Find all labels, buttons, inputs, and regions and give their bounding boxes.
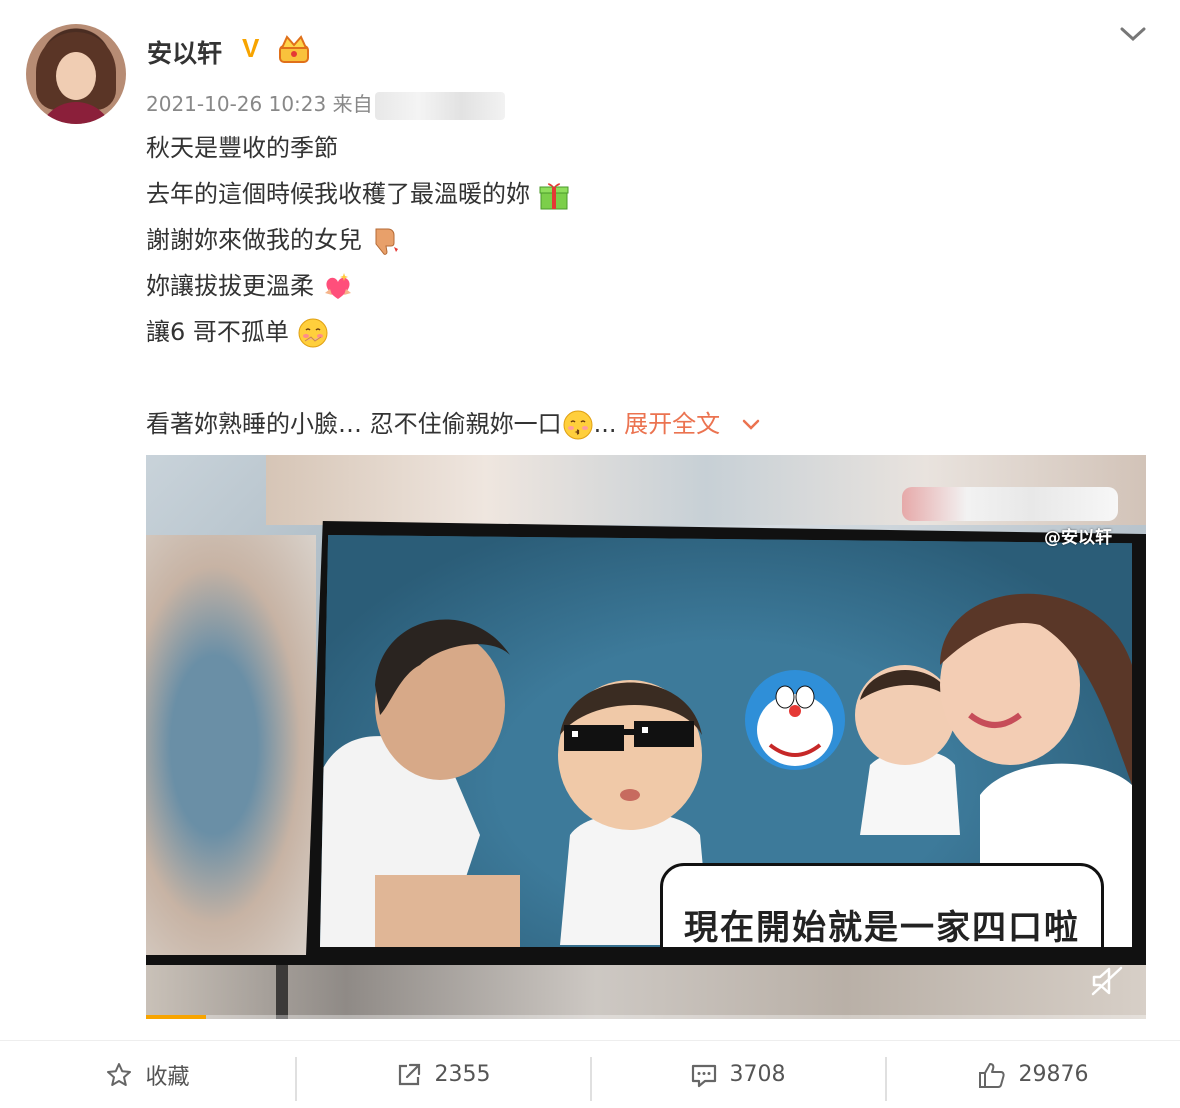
share-count: 2355	[434, 1062, 491, 1087]
chevron-down-icon[interactable]	[742, 419, 760, 431]
verified-badge: V	[242, 33, 260, 63]
share-button[interactable]: 2355	[295, 1041, 590, 1108]
video-progress-track[interactable]	[146, 1015, 1146, 1019]
video-player[interactable]: 現在開始就是一家四口啦 @安以轩	[146, 455, 1146, 1019]
heart-icon	[324, 273, 351, 299]
kiss-face-icon	[563, 410, 593, 440]
video-lower-background	[146, 955, 1146, 1019]
gift-icon	[539, 183, 569, 210]
like-button[interactable]: 29876	[885, 1041, 1180, 1108]
post-line-4: 妳讓拔拔更溫柔	[146, 266, 354, 303]
action-bar: 收藏 2355 3708 29876	[0, 1040, 1180, 1108]
video-caption: 現在開始就是一家四口啦	[684, 907, 1080, 948]
expand-full-text-link[interactable]: 展开全文	[624, 410, 720, 438]
blush-face-icon	[298, 318, 328, 348]
mute-icon[interactable]	[1090, 965, 1124, 997]
favorite-label: 收藏	[145, 1064, 190, 1090]
thumbs-down-icon	[375, 228, 398, 255]
comment-count: 3708	[729, 1062, 786, 1087]
father-figure	[320, 619, 520, 947]
star-icon	[107, 1062, 132, 1086]
username[interactable]: 安以轩	[147, 34, 222, 70]
post-line-6: 看著妳熟睡的小臉… 忍不住偷親妳一口 ... 展开全文	[146, 404, 760, 441]
post-line-5: 讓6 哥不孤单	[146, 312, 329, 349]
post-line-2: 去年的這個時候我收穫了最溫暖的妳	[146, 174, 570, 211]
comment-icon	[691, 1064, 716, 1087]
post-meta: 2021-10-26 10:23 来自	[146, 88, 505, 120]
watermark-blur	[902, 487, 1118, 521]
favorite-button[interactable]: 收藏	[0, 1041, 295, 1108]
comment-button[interactable]: 3708	[590, 1041, 885, 1108]
source-blur	[374, 91, 505, 120]
chevron-down-icon[interactable]	[1118, 24, 1148, 44]
family-photo: 現在開始就是一家四口啦	[320, 535, 1132, 947]
crown-icon	[279, 35, 309, 63]
share-icon	[398, 1063, 420, 1085]
post-timestamp: 2021-10-26 10:23 来自	[146, 92, 373, 116]
avatar[interactable]	[26, 24, 126, 124]
video-progress-fill	[146, 1015, 206, 1019]
video-watermark: @安以轩	[1044, 528, 1112, 548]
video-background-left	[146, 535, 316, 955]
like-count: 29876	[1018, 1062, 1089, 1087]
post-line-1: 秋天是豐收的季節	[146, 134, 338, 162]
thumbs-up-icon	[978, 1062, 1005, 1088]
post-line-3: 謝謝妳來做我的女兒	[146, 220, 402, 257]
